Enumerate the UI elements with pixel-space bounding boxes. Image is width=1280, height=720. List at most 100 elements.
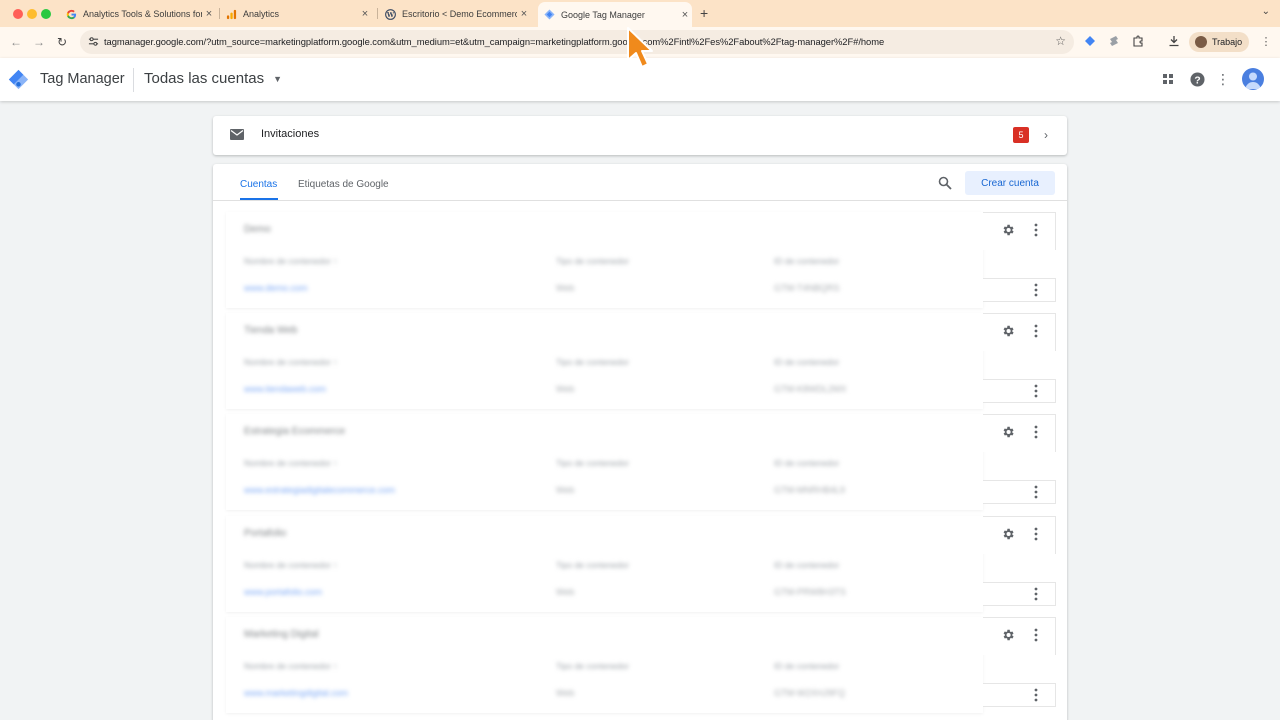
user-avatar[interactable]: [1242, 68, 1264, 90]
active-tab-indicator: [240, 198, 278, 200]
container-type: Web: [556, 384, 575, 394]
account-selector[interactable]: Todas las cuentas ▼: [144, 70, 282, 87]
maximize-window-button[interactable]: [41, 9, 51, 19]
container-more-icon[interactable]: [1034, 485, 1038, 499]
browser-tab-analytics[interactable]: Analytics ×: [226, 3, 372, 25]
profile-button[interactable]: Trabajo: [1189, 32, 1249, 52]
container-more-icon[interactable]: [1034, 283, 1038, 297]
extensions-puzzle-icon[interactable]: [1131, 34, 1145, 48]
browser-tab-escritorio[interactable]: W Escritorio < Demo Ecommerce ×: [385, 3, 531, 25]
account-card: Portafolio Nombre de contenedor ↑ Tipo de …: [226, 516, 1056, 612]
column-header-container-name[interactable]: Nombre de contenedor ↑: [244, 661, 338, 671]
tab-title: Analytics: [243, 9, 280, 19]
browser-tab-analytics-tools[interactable]: Analytics Tools & Solutions for ×: [66, 3, 216, 25]
account-name[interactable]: Marketing Digital: [244, 629, 318, 640]
account-name[interactable]: Estrategia Ecommerce: [244, 426, 345, 437]
container-id: GTM-W2XHJ9FQ: [774, 688, 845, 698]
gear-icon[interactable]: [1001, 527, 1015, 541]
gear-icon[interactable]: [1001, 223, 1015, 237]
close-window-button[interactable]: [13, 9, 23, 19]
account-card: Marketing Digital Nombre de contenedor ↑ T…: [226, 617, 1056, 713]
forward-arrow-icon[interactable]: →: [33, 35, 45, 49]
gtm-logo-icon[interactable]: [8, 69, 29, 90]
column-header-container-name[interactable]: Nombre de contenedor ↑: [244, 560, 338, 570]
close-tab-icon[interactable]: ×: [358, 8, 372, 20]
container-more-icon[interactable]: [1034, 688, 1038, 702]
account-more-icon[interactable]: [1034, 628, 1038, 642]
account-name[interactable]: Demo: [244, 224, 271, 235]
container-link[interactable]: www.estrategiadigitalecommerce.com: [244, 485, 395, 495]
tab-search-icon[interactable]: ⌄: [1262, 6, 1270, 17]
column-header-container-name[interactable]: Nombre de contenedor ↑: [244, 357, 338, 367]
account-actions-area: [983, 414, 1056, 452]
browser-menu-icon[interactable]: ⋮: [1259, 34, 1273, 48]
wordpress-icon: W: [385, 8, 396, 20]
profile-avatar: [1195, 36, 1207, 48]
container-more-icon[interactable]: [1034, 587, 1038, 601]
column-header-container-type: Tipo de contenedor: [556, 661, 629, 671]
reload-icon[interactable]: ↻: [57, 35, 67, 49]
svg-text:W: W: [386, 10, 395, 18]
account-actions-area: [983, 516, 1056, 554]
dropdown-arrow-icon: ▼: [273, 73, 282, 84]
column-header-container-type: Tipo de contenedor: [556, 560, 629, 570]
tab-cuentas[interactable]: Cuentas: [240, 179, 277, 190]
new-tab-button[interactable]: +: [700, 5, 708, 21]
browser-tab-bar: Analytics Tools & Solutions for × Analyt…: [0, 0, 1280, 27]
account-card: Tienda Web Nombre de contenedor ↑ Tipo de …: [226, 313, 1056, 409]
gtm-diamond-icon: [544, 9, 555, 20]
help-icon[interactable]: ?: [1189, 71, 1205, 87]
account-name[interactable]: Portafolio: [244, 528, 286, 539]
column-header-container-name[interactable]: Nombre de contenedor ↑: [244, 256, 338, 266]
site-settings-icon[interactable]: [88, 36, 99, 47]
gear-icon[interactable]: [1001, 324, 1015, 338]
invitations-row[interactable]: Invitaciones 5 ›: [213, 116, 1067, 155]
container-link[interactable]: www.portafolio.com: [244, 587, 322, 597]
extension-tag-icon[interactable]: [1083, 34, 1097, 48]
gear-icon[interactable]: [1001, 425, 1015, 439]
account-more-icon[interactable]: [1034, 324, 1038, 338]
account-more-icon[interactable]: [1034, 527, 1038, 541]
close-tab-icon[interactable]: ×: [202, 8, 216, 20]
accounts-tabs: Cuentas Etiquetas de Google Crear cuenta: [213, 164, 1067, 201]
account-name[interactable]: Tienda Web: [244, 325, 297, 336]
account-card: Estrategia Ecommerce Nombre de contenedor…: [226, 414, 1056, 510]
analytics-bars-icon: [226, 9, 237, 20]
container-actions-area: [983, 480, 1056, 504]
container-id: GTM-K8WDL2MX: [774, 384, 847, 394]
column-header-container-id: ID de contenedor: [774, 560, 840, 570]
gear-icon[interactable]: [1001, 628, 1015, 642]
address-bar[interactable]: tagmanager.google.com/?utm_source=market…: [80, 30, 1074, 54]
google-g-icon: [66, 9, 77, 20]
account-actions-area: [983, 313, 1056, 351]
more-options-icon[interactable]: ⋮: [1215, 71, 1231, 87]
minimize-window-button[interactable]: [27, 9, 37, 19]
column-header-container-name[interactable]: Nombre de contenedor ↑: [244, 458, 338, 468]
download-icon[interactable]: [1167, 34, 1181, 48]
accounts-panel: Cuentas Etiquetas de Google Crear cuenta…: [213, 164, 1067, 720]
container-link[interactable]: www.demo.com: [244, 283, 308, 293]
svg-text:?: ?: [1194, 75, 1200, 86]
invitations-count-badge: 5: [1013, 127, 1029, 143]
close-tab-icon[interactable]: ×: [517, 8, 531, 20]
container-id: GTM-MNRHB4L9: [774, 485, 846, 495]
container-link[interactable]: www.tiendaweb.com: [244, 384, 326, 394]
apps-grid-icon[interactable]: [1160, 71, 1176, 87]
container-link[interactable]: www.marketingdigital.com: [244, 688, 348, 698]
search-icon[interactable]: [938, 176, 952, 190]
product-name[interactable]: Tag Manager: [40, 71, 125, 87]
container-id: GTM-T4NBQRS: [774, 283, 840, 293]
tab-etiquetas-de-google[interactable]: Etiquetas de Google: [298, 179, 389, 190]
account-more-icon[interactable]: [1034, 223, 1038, 237]
account-more-icon[interactable]: [1034, 425, 1038, 439]
back-arrow-icon[interactable]: ←: [10, 35, 22, 49]
close-tab-icon[interactable]: ×: [678, 9, 692, 21]
bookmark-star-icon[interactable]: ☆: [1055, 34, 1066, 48]
browser-tab-google-tag-manager[interactable]: Google Tag Manager ×: [538, 2, 692, 27]
extension-grey-icon[interactable]: [1107, 34, 1121, 48]
create-account-button[interactable]: Crear cuenta: [965, 171, 1055, 195]
tab-title: Google Tag Manager: [561, 9, 645, 20]
chevron-right-icon[interactable]: ›: [1044, 128, 1048, 142]
column-header-container-type: Tipo de contenedor: [556, 357, 629, 367]
container-more-icon[interactable]: [1034, 384, 1038, 398]
